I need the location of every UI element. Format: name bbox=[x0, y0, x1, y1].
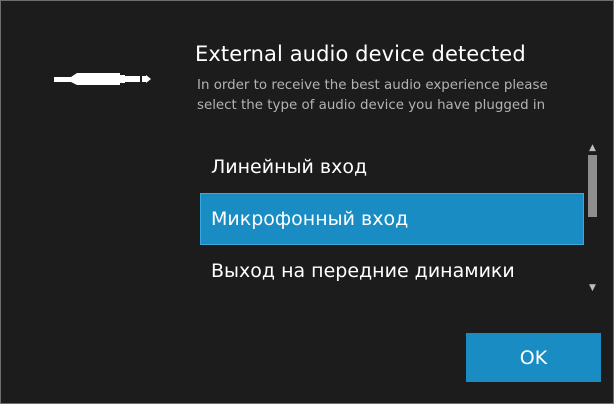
ok-button[interactable]: OK bbox=[466, 333, 601, 382]
list-scrollbar[interactable]: ▲ ▼ bbox=[584, 140, 601, 297]
list-item-microphone-in[interactable]: Микрофонный вход bbox=[200, 193, 584, 245]
device-type-list[interactable]: Линейный вход Микрофонный вход Выход на … bbox=[200, 140, 584, 297]
scroll-thumb[interactable] bbox=[588, 155, 597, 217]
scroll-up-icon[interactable]: ▲ bbox=[584, 142, 601, 155]
dialog-title: External audio device detected bbox=[195, 42, 526, 66]
scroll-down-icon[interactable]: ▼ bbox=[584, 282, 601, 295]
list-item-line-in[interactable]: Линейный вход bbox=[200, 141, 584, 193]
audio-jack-icon bbox=[54, 73, 151, 85]
audio-device-dialog: External audio device detected In order … bbox=[0, 0, 614, 404]
list-item-front-speakers[interactable]: Выход на передние динамики bbox=[200, 245, 584, 297]
dialog-description: In order to receive the best audio exper… bbox=[197, 78, 548, 113]
